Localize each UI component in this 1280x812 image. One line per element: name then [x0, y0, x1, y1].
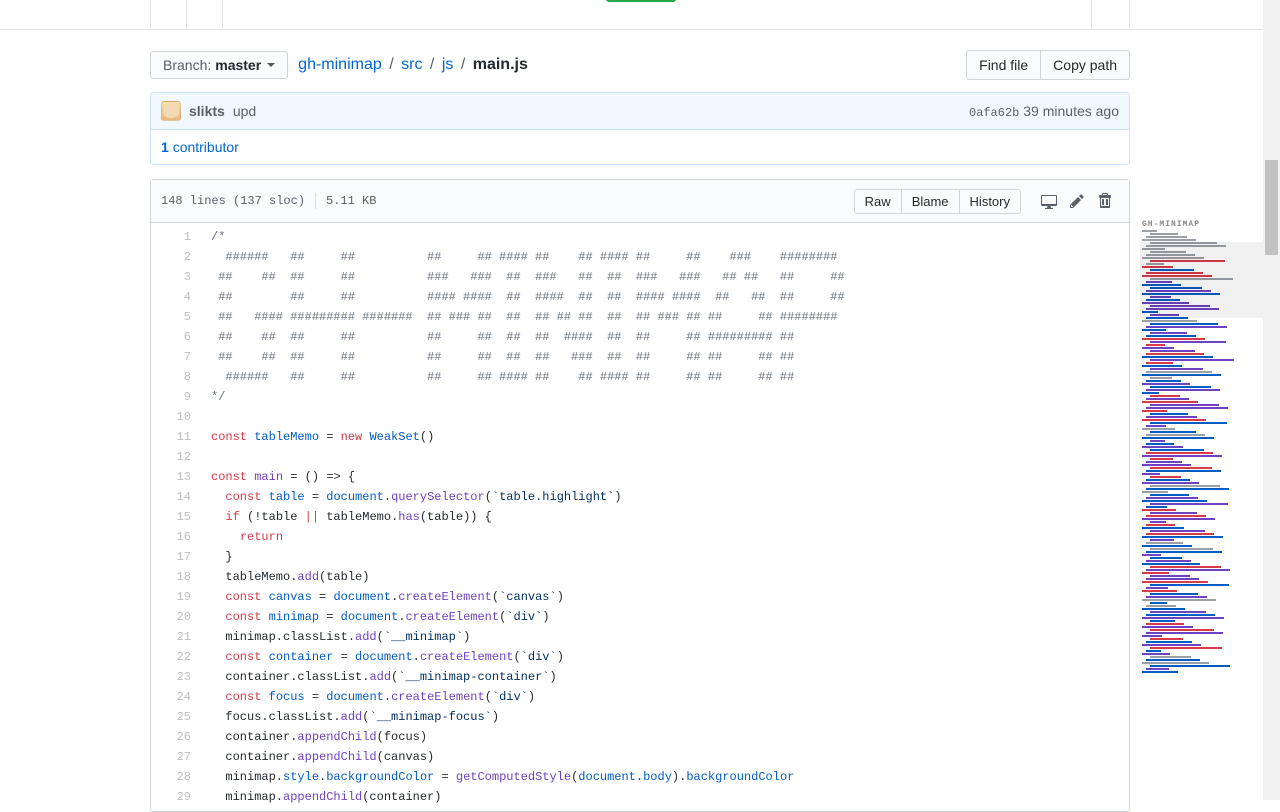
breadcrumb: gh-minimap / src / js / main.js	[298, 56, 528, 74]
file-size: 5.11 KB	[326, 194, 376, 208]
minimap-title: GH-MINIMAP	[1142, 220, 1278, 230]
desktop-icon[interactable]	[1035, 187, 1063, 215]
branch-select-menu[interactable]: Branch: master	[150, 51, 288, 79]
tab-residual-right	[1091, 0, 1129, 30]
breadcrumb-repo[interactable]: gh-minimap	[298, 56, 382, 73]
line-numbers: 1234567891011121314151617181920212223242…	[151, 223, 201, 811]
copy-path-button[interactable]: Copy path	[1041, 50, 1130, 80]
scrollbar-track[interactable]	[1263, 0, 1280, 800]
contributors-link[interactable]: 1 contributor	[161, 139, 239, 155]
breadcrumb-file: main.js	[473, 56, 528, 73]
history-button[interactable]: History	[960, 189, 1021, 214]
file-lines: 148 lines (137 sloc)	[161, 194, 305, 208]
contributors-bar: 1 contributor	[150, 130, 1130, 165]
commit-tease: slikts upd 0afa62b 39 minutes ago	[150, 92, 1130, 130]
file-box: 148 lines (137 sloc) 5.11 KB Raw Blame H…	[150, 179, 1130, 812]
breadcrumb-part-1[interactable]: js	[442, 56, 454, 73]
code-blob: 1234567891011121314151617181920212223242…	[151, 223, 1129, 811]
minimap-viewport[interactable]	[1140, 242, 1280, 318]
commit-sha[interactable]: 0afa62b	[969, 106, 1019, 120]
code-content: /* ###### ## ## ## ## #### ## ## #### ##…	[201, 223, 1129, 811]
branch-name: master	[215, 57, 261, 73]
breadcrumb-part-0[interactable]: src	[401, 56, 422, 73]
commit-message[interactable]: upd	[233, 103, 256, 119]
file-header: 148 lines (137 sloc) 5.11 KB Raw Blame H…	[151, 180, 1129, 223]
tab-residual-1	[151, 0, 187, 30]
top-nav-residual	[0, 0, 1280, 30]
commit-author[interactable]: slikts	[189, 103, 225, 119]
trash-icon[interactable]	[1091, 187, 1119, 215]
scrollbar-thumb[interactable]	[1265, 160, 1278, 255]
file-navigation: Branch: master gh-minimap / src / js / m…	[150, 50, 1130, 80]
minimap[interactable]: GH-MINIMAP	[1140, 218, 1280, 800]
chevron-down-icon	[267, 63, 275, 67]
commit-time: 39 minutes ago	[1023, 103, 1119, 119]
blame-button[interactable]: Blame	[902, 189, 960, 214]
tab-residual-2	[187, 0, 223, 30]
raw-button[interactable]: Raw	[854, 189, 902, 214]
pencil-icon[interactable]	[1063, 187, 1091, 215]
clone-button-residual	[606, 0, 676, 2]
find-file-button[interactable]: Find file	[966, 50, 1041, 80]
avatar[interactable]	[161, 101, 181, 121]
branch-label: Branch:	[163, 57, 211, 73]
